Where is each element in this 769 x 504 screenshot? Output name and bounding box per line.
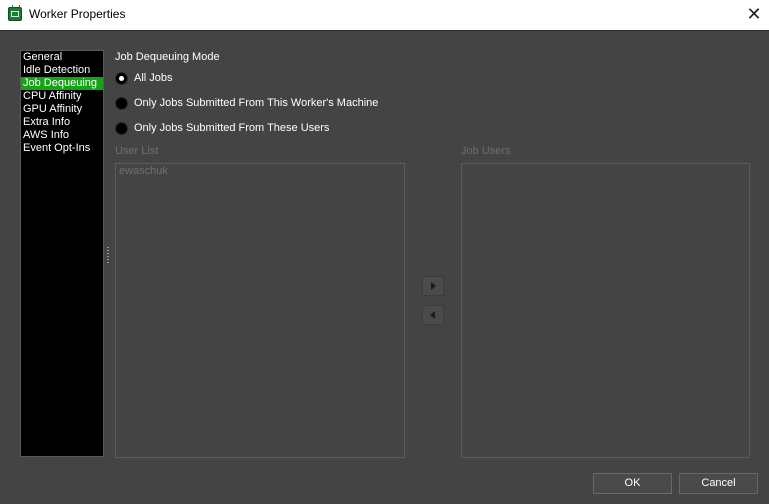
sidebar-item-cpu-affinity[interactable]: CPU Affinity bbox=[21, 90, 103, 103]
category-list[interactable]: General Idle Detection Job Dequeuing CPU… bbox=[20, 50, 104, 457]
title-separator bbox=[0, 30, 769, 31]
ok-button[interactable]: OK bbox=[593, 473, 672, 494]
arrow-left-icon bbox=[430, 311, 435, 319]
dequeuing-mode-title: Job Dequeuing Mode bbox=[115, 51, 220, 63]
radio-button[interactable] bbox=[115, 97, 128, 110]
radio-label[interactable]: Only Jobs Submitted From This Worker's M… bbox=[134, 97, 378, 109]
job-users-list[interactable] bbox=[461, 163, 750, 458]
close-button[interactable]: ✕ bbox=[739, 0, 769, 30]
window-title: Worker Properties bbox=[29, 7, 126, 21]
title-bar: Worker Properties ✕ bbox=[0, 0, 769, 30]
list-item[interactable]: ewaschuk bbox=[116, 164, 404, 178]
radio-label[interactable]: All Jobs bbox=[134, 72, 173, 84]
user-list-label: User List bbox=[115, 145, 159, 157]
sidebar-item-job-dequeuing[interactable]: Job Dequeuing bbox=[21, 77, 103, 90]
sidebar-item-event-opt-ins[interactable]: Event Opt-Ins bbox=[21, 142, 103, 155]
sidebar-item-aws-info[interactable]: AWS Info bbox=[21, 129, 103, 142]
add-user-button[interactable] bbox=[422, 276, 444, 296]
cancel-button[interactable]: Cancel bbox=[679, 473, 758, 494]
app-icon bbox=[8, 5, 22, 21]
remove-user-button[interactable] bbox=[422, 305, 444, 325]
user-list[interactable]: ewaschuk bbox=[115, 163, 405, 458]
radio-label[interactable]: Only Jobs Submitted From These Users bbox=[134, 122, 329, 134]
radio-button[interactable] bbox=[115, 122, 128, 135]
sidebar-item-gpu-affinity[interactable]: GPU Affinity bbox=[21, 103, 103, 116]
splitter-handle[interactable] bbox=[107, 247, 109, 265]
sidebar-item-extra-info[interactable]: Extra Info bbox=[21, 116, 103, 129]
job-users-label: Job Users bbox=[461, 145, 511, 157]
sidebar-item-general[interactable]: General bbox=[21, 51, 103, 64]
arrow-right-icon bbox=[431, 282, 436, 290]
sidebar-item-idle-detection[interactable]: Idle Detection bbox=[21, 64, 103, 77]
radio-button-checked[interactable] bbox=[115, 72, 128, 85]
